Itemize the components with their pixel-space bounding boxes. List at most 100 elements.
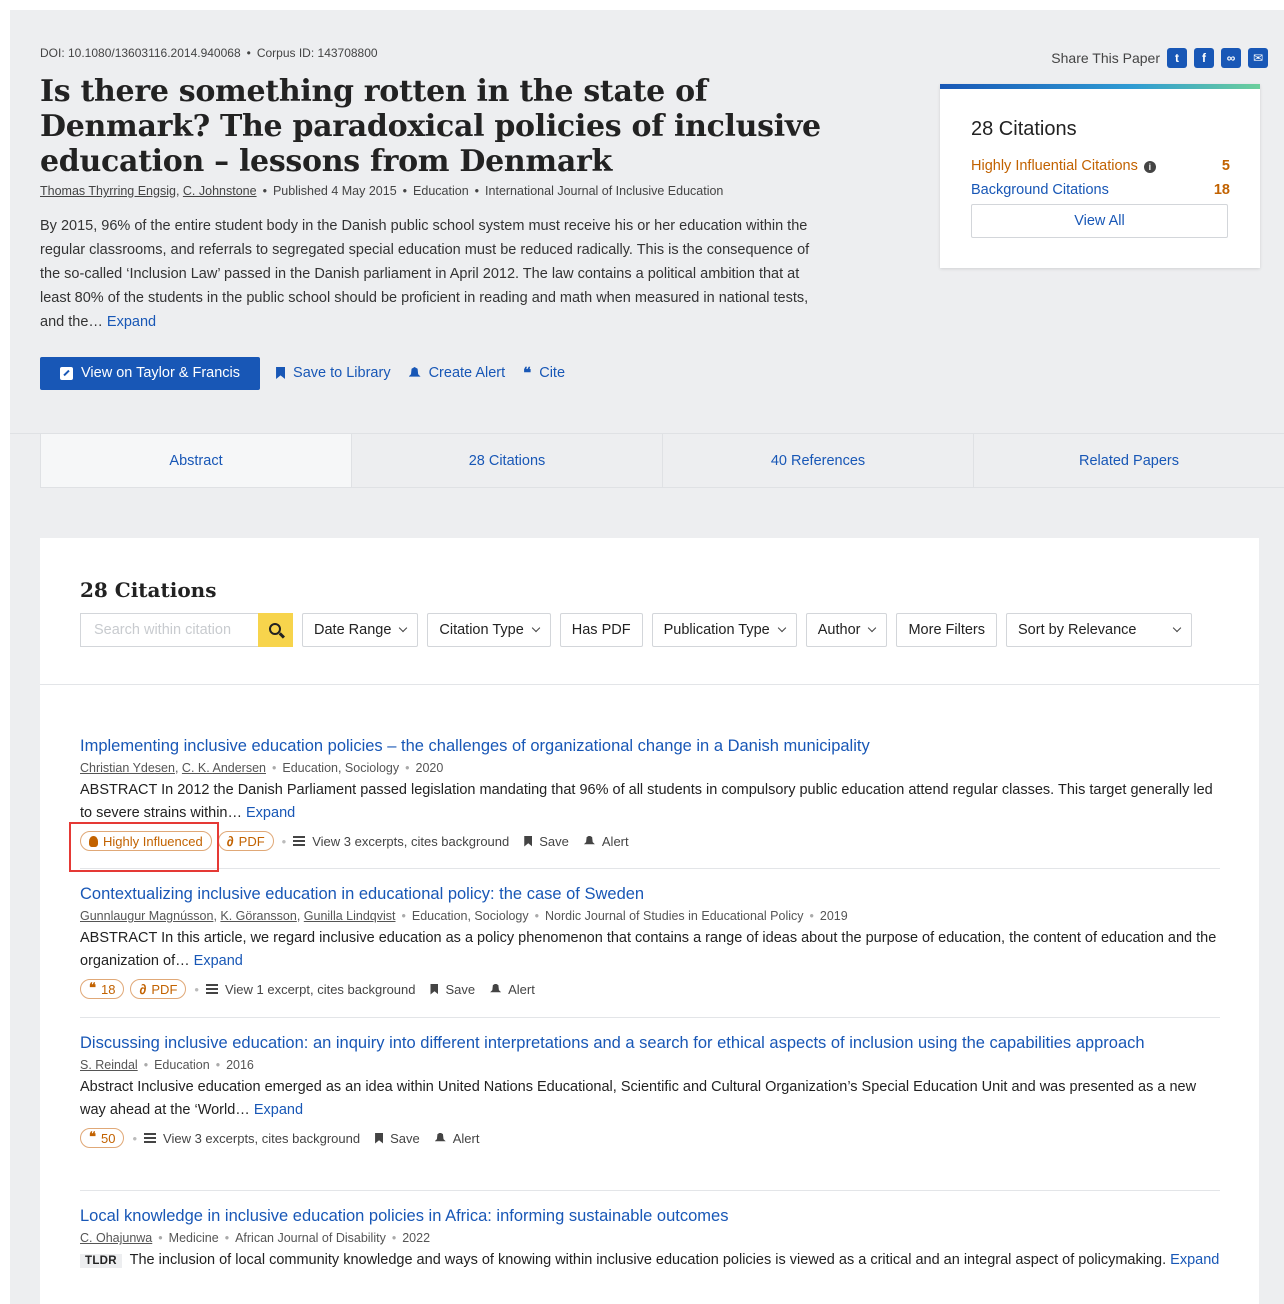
publication-type-filter[interactable]: Publication Type bbox=[651, 613, 797, 647]
pdf-badge[interactable]: ∂ PDF bbox=[130, 979, 187, 999]
paper-abstract: By 2015, 96% of the entire student body … bbox=[40, 214, 830, 334]
view-publisher-label: View on Taylor & Francis bbox=[81, 365, 241, 381]
count-label: 50 bbox=[101, 1130, 116, 1146]
citation-title[interactable]: Contextualizing inclusive education in e… bbox=[80, 882, 1220, 906]
alert-label: Alert bbox=[601, 833, 629, 849]
citation-meta: C. Ohajunwa • Medicine • African Journal of … bbox=[80, 1231, 431, 1245]
save-label: Save bbox=[445, 981, 476, 997]
view-all-button[interactable]: View All bbox=[971, 204, 1228, 238]
expand-link[interactable]: Expand bbox=[107, 314, 156, 330]
year: 2020 bbox=[415, 761, 444, 775]
chevron-down-icon bbox=[777, 623, 786, 633]
save-to-library-button[interactable]: Save to Library bbox=[276, 365, 391, 381]
info-icon[interactable]: i bbox=[1143, 161, 1156, 173]
citation-title[interactable]: Discussing inclusive education: an inqui… bbox=[80, 1031, 1220, 1055]
author-link[interactable]: C. K. Andersen bbox=[182, 761, 266, 775]
citation-title[interactable]: Local knowledge in inclusive education p… bbox=[80, 1204, 1220, 1228]
facebook-icon[interactable]: f bbox=[1194, 48, 1214, 68]
excerpts-icon bbox=[144, 1133, 157, 1143]
citation-type-filter[interactable]: Citation Type bbox=[427, 613, 551, 647]
external-link-icon bbox=[60, 366, 73, 380]
save-button[interactable]: Save bbox=[430, 982, 475, 997]
tab-references[interactable]: 40 References bbox=[662, 434, 973, 487]
row-divider bbox=[80, 1190, 1220, 1191]
alert-button[interactable]: Alert bbox=[583, 833, 629, 849]
more-filters-button[interactable]: More Filters bbox=[896, 613, 998, 647]
citation-summary-card: 28 Citations Highly Influential Citation… bbox=[940, 84, 1260, 268]
save-button[interactable]: Save bbox=[524, 834, 569, 849]
author-link[interactable]: Gunilla Lindqvist bbox=[304, 909, 396, 923]
fields: Education, Sociology bbox=[282, 761, 400, 775]
twitter-icon[interactable]: t bbox=[1167, 48, 1187, 68]
citation-actions: ❝ 50 • View 3 excerpts, cites background … bbox=[80, 1127, 1220, 1149]
create-alert-button[interactable]: Create Alert bbox=[408, 365, 505, 381]
author-link[interactable]: K. Göransson bbox=[220, 909, 296, 923]
citation-meta: S. Reindal • Education • 2016 bbox=[80, 1058, 254, 1072]
author-link[interactable]: C. Johnstone bbox=[183, 184, 257, 198]
has-pdf-filter[interactable]: Has PDF bbox=[559, 613, 643, 647]
filter-label: Publication Type bbox=[663, 622, 770, 638]
bell-icon bbox=[583, 835, 595, 845]
paper-tabs: Abstract 28 Citations 40 References Rela… bbox=[10, 433, 1284, 488]
share-label: Share This Paper bbox=[1051, 50, 1160, 66]
view-excerpts-button[interactable]: View 3 excerpts, cites background bbox=[293, 834, 509, 849]
citation-meta: Gunnlaugur Magnússon, K. Göransson, Guni… bbox=[80, 909, 848, 923]
doi[interactable]: DOI: 10.1080/13603116.2014.940068 bbox=[40, 46, 241, 60]
date-range-filter[interactable]: Date Range bbox=[302, 613, 419, 647]
cite-button[interactable]: ❝ Cite bbox=[523, 365, 565, 381]
tab-abstract[interactable]: Abstract bbox=[40, 434, 351, 487]
save-button[interactable]: Save bbox=[375, 1131, 420, 1146]
tldr-badge: TLDR bbox=[80, 1254, 122, 1268]
author-link[interactable]: Christian Ydesen bbox=[80, 761, 175, 775]
view-publisher-button[interactable]: View on Taylor & Francis bbox=[40, 356, 261, 390]
background-citations-row[interactable]: Background Citations 18 bbox=[971, 182, 1230, 198]
paper-meta: Thomas Thyrring Engsig, C. Johnstone • Pub… bbox=[40, 184, 724, 198]
search-button[interactable] bbox=[258, 613, 293, 647]
divider bbox=[40, 684, 1259, 685]
author-link[interactable]: Thomas Thyrring Engsig bbox=[40, 184, 176, 198]
sort-select[interactable]: Sort by Relevance bbox=[1006, 613, 1193, 647]
save-label: Save bbox=[539, 833, 569, 849]
author-filter[interactable]: Author bbox=[805, 613, 888, 647]
alert-button[interactable]: Alert bbox=[434, 1131, 479, 1146]
alert-button[interactable]: Alert bbox=[490, 982, 535, 997]
card-accent-bar bbox=[940, 84, 1260, 89]
author-link[interactable]: S. Reindal bbox=[80, 1058, 138, 1072]
row-count: 18 bbox=[1213, 182, 1230, 198]
pdf-badge[interactable]: ∂ PDF bbox=[217, 831, 274, 851]
citation-title[interactable]: Implementing inclusive education policie… bbox=[80, 734, 1220, 758]
expand-link[interactable]: Expand bbox=[246, 805, 295, 821]
email-icon[interactable]: ✉ bbox=[1248, 48, 1268, 68]
citation-count-badge[interactable]: ❝ 18 bbox=[80, 979, 125, 999]
pdf-icon: ∂ bbox=[139, 981, 147, 997]
expand-link[interactable]: Expand bbox=[254, 1102, 303, 1118]
abstract-text: The inclusion of local community knowled… bbox=[129, 1252, 1167, 1268]
year: 2022 bbox=[402, 1231, 431, 1245]
citation-abstract: Abstract Inclusive education emerged as … bbox=[80, 1076, 1220, 1122]
author-link[interactable]: Gunnlaugur Magnússon bbox=[80, 909, 213, 923]
citation-abstract: ABSTRACT In 2012 the Danish Parliament p… bbox=[80, 779, 1220, 825]
expand-link[interactable]: Expand bbox=[194, 953, 243, 969]
alert-label: Alert bbox=[508, 981, 535, 997]
tab-related-papers[interactable]: Related Papers bbox=[973, 434, 1284, 487]
page-frame: DOI: 10.1080/13603116.2014.940068 • Corpus… bbox=[10, 10, 1284, 1304]
filter-bar: Date Range Citation Type Has PDF Publica… bbox=[80, 613, 1193, 647]
highly-influential-row[interactable]: Highly Influential Citations i 5 bbox=[971, 158, 1230, 174]
citation-item: Local knowledge in inclusive education p… bbox=[80, 1204, 1220, 1273]
cite-label: Cite bbox=[539, 365, 566, 381]
view-excerpts-button[interactable]: View 1 excerpt, cites background bbox=[205, 982, 415, 997]
row-divider bbox=[80, 868, 1220, 869]
tab-citations[interactable]: 28 Citations bbox=[351, 434, 662, 487]
expand-link[interactable]: Expand bbox=[1170, 1252, 1219, 1268]
link-icon[interactable]: ∞ bbox=[1221, 48, 1241, 68]
author-link[interactable]: C. Ohajunwa bbox=[80, 1231, 152, 1245]
citation-count-badge[interactable]: ❝ 50 bbox=[80, 1128, 125, 1148]
view-excerpts-button[interactable]: View 3 excerpts, cites background bbox=[144, 1131, 360, 1146]
year: 2016 bbox=[226, 1058, 254, 1072]
citation-actions: Highly Influenced ∂ PDF • View 3 excerpts… bbox=[80, 830, 1220, 852]
search-input[interactable] bbox=[80, 613, 258, 647]
sort-label: Sort by Relevance bbox=[1018, 622, 1137, 638]
excerpts-icon bbox=[205, 984, 218, 994]
row-count: 5 bbox=[1221, 158, 1230, 174]
search-icon bbox=[268, 623, 281, 635]
